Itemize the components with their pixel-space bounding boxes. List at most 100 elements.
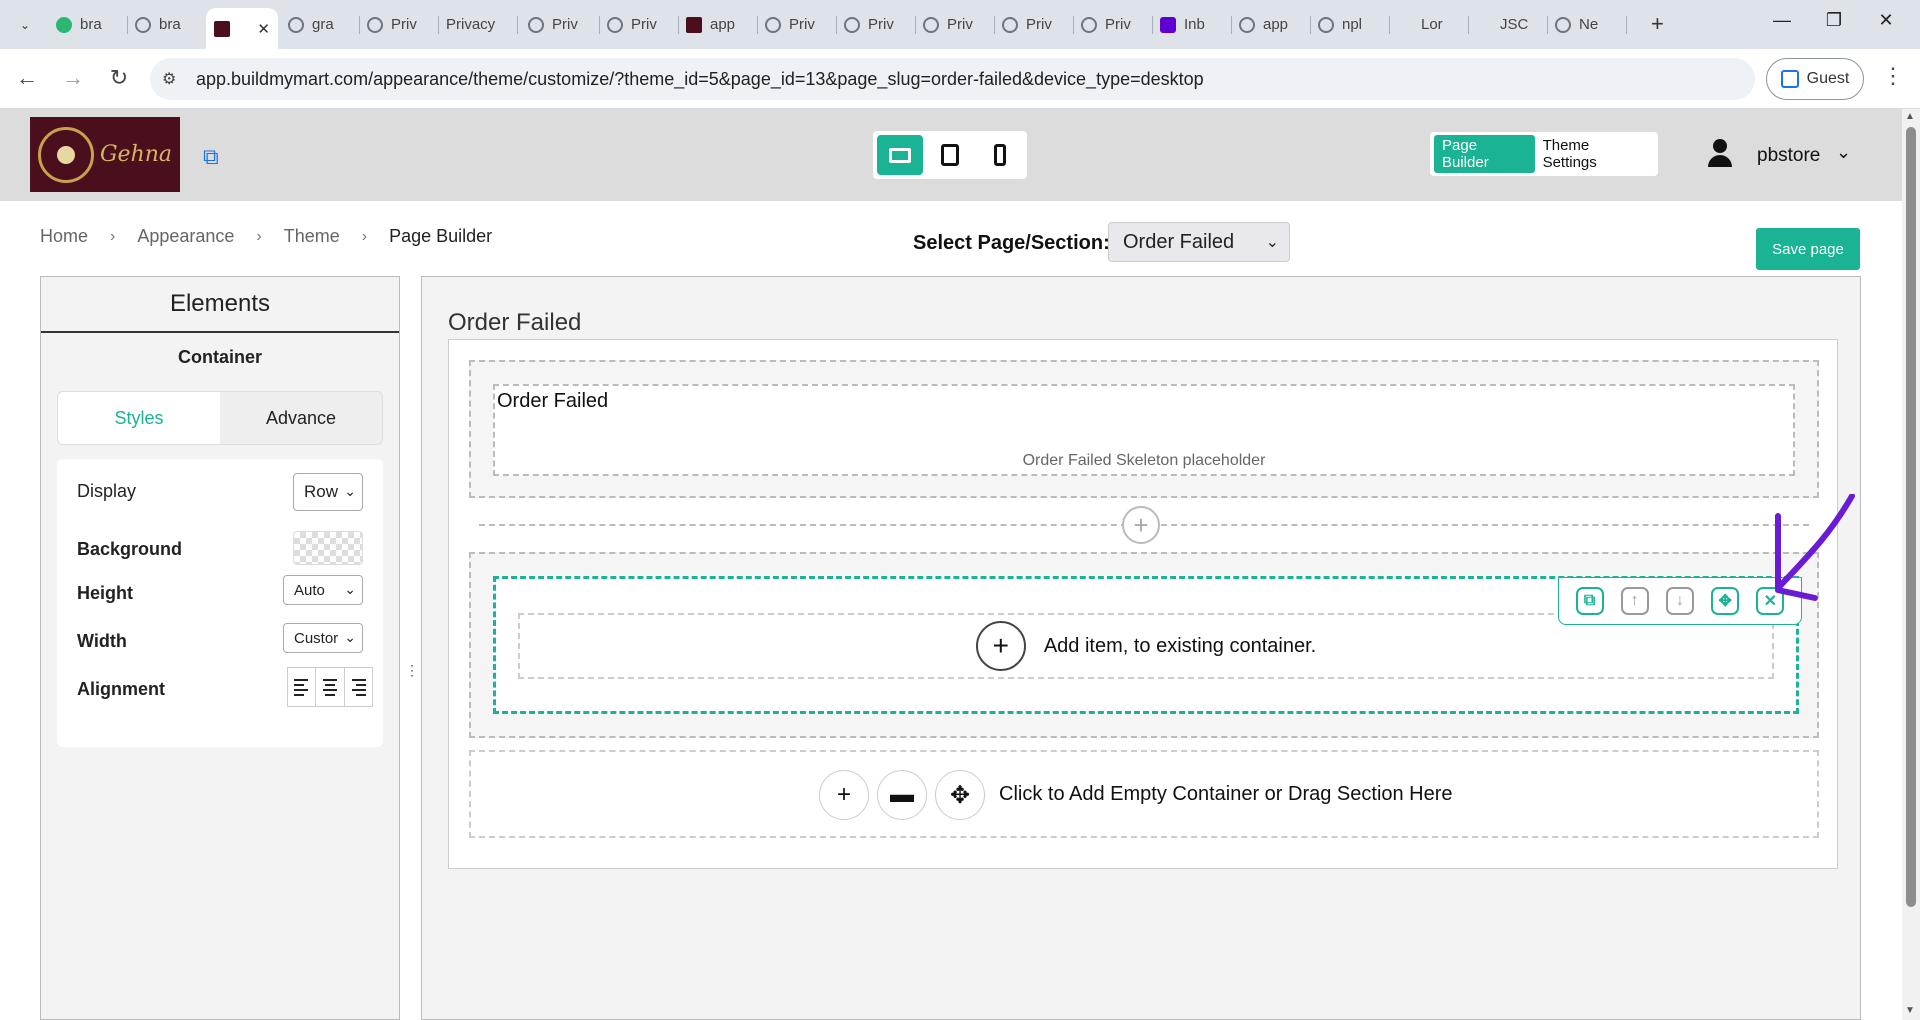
browser-tab[interactable]: ✕ [206,8,278,49]
browser-tab-strip: ⌄ bra bra ✕ gra Priv Privacy Priv Priv app Priv Pr… [0,0,1920,49]
browser-tab[interactable]: Priv [599,8,679,41]
drag-move-icon[interactable]: ✥ [1711,587,1740,615]
alignment-buttons [287,667,373,707]
tab-advance[interactable]: Advance [220,392,382,444]
browser-tab[interactable]: JSC [1468,8,1548,41]
profile-label: Guest [1806,70,1850,87]
display-label: Display [77,481,137,501]
scrollbar-thumb[interactable] [1906,127,1916,907]
page-preview: Order Failed Order Failed Skeleton place… [448,339,1838,869]
breadcrumb-home[interactable]: Home [40,226,88,247]
browser-tab[interactable]: gra [280,8,360,41]
desktop-view-button[interactable] [877,135,923,175]
external-link-icon[interactable]: ⧉ [203,144,219,170]
add-container-plus-icon[interactable]: + [819,770,869,820]
globe-icon [288,16,304,33]
background-color-picker[interactable] [293,531,363,565]
drag-section-icon[interactable]: ✥ [935,770,985,820]
browser-tab[interactable]: npl [1310,8,1390,41]
globe-icon [1555,16,1571,33]
globe-icon [607,16,623,33]
globe-icon [765,16,781,33]
container-section[interactable]: + Add item, to existing container. ⧉ ↑ ↓… [469,552,1819,738]
gem-icon [56,16,72,33]
align-center-icon[interactable] [316,668,345,706]
add-container-dropzone[interactable]: + ▬ ✥ Click to Add Empty Container or Dr… [469,750,1819,838]
user-menu-chevron-icon[interactable]: ⌄ [1836,142,1851,163]
height-select[interactable]: Auto ⌄ [283,575,363,605]
order-failed-block[interactable]: Order Failed Order Failed Skeleton place… [493,384,1795,476]
new-tab-button[interactable]: + [1651,11,1664,37]
breadcrumb-appearance[interactable]: Appearance [137,226,234,247]
browser-tab[interactable]: Priv [1073,8,1153,41]
browser-tab[interactable]: Priv [994,8,1074,41]
tab-search-chevron-icon[interactable]: ⌄ [10,13,40,37]
username[interactable]: pbstore [1757,145,1820,167]
width-select[interactable]: Custor ⌄ [283,623,363,653]
mobile-view-button[interactable] [977,135,1023,175]
browser-tab[interactable]: Inb [1152,8,1232,41]
theme-settings-tab[interactable]: Theme Settings [1535,135,1654,173]
background-label: Background [77,539,183,559]
tablet-view-button[interactable] [927,135,973,175]
browser-tab-label: Priv [1105,16,1131,33]
selected-container[interactable]: + Add item, to existing container. ⧉ ↑ ↓… [493,576,1802,714]
browser-tab[interactable]: bra [127,8,207,41]
browser-tab[interactable]: Priv [757,8,837,41]
element-type-label: Container [177,347,262,367]
tab-separator [1626,16,1627,34]
scroll-up-icon[interactable]: ▲ [1905,111,1915,122]
insert-section-plus-icon[interactable]: + [1122,506,1160,544]
site-info-icon[interactable]: ⚙ [162,69,176,89]
move-up-icon[interactable]: ↑ [1620,587,1649,615]
browser-tab[interactable]: Priv [915,8,995,41]
breadcrumb-theme[interactable]: Theme [284,226,340,247]
page-select-dropdown[interactable]: Order Failed ⌄ [1108,222,1290,262]
order-failed-section[interactable]: Order Failed Order Failed Skeleton place… [469,360,1819,498]
browser-menu-icon[interactable]: ⋮ [1882,63,1904,89]
browser-tab-label: npl [1342,16,1363,33]
logo-emblem-icon [37,126,94,183]
restore-icon[interactable]: ❐ [1814,10,1854,31]
folder-icon[interactable]: ▬ [877,770,927,820]
scroll-down-icon[interactable]: ▼ [1905,1005,1915,1016]
browser-tab[interactable]: bra [48,8,128,41]
page-builder-tab[interactable]: Page Builder [1434,135,1535,173]
align-left-icon[interactable] [288,668,317,706]
user-avatar-icon[interactable] [1708,139,1732,169]
minimize-icon[interactable]: — [1762,10,1802,31]
browser-tab[interactable]: Priv [359,8,439,41]
browser-tab[interactable]: Priv [520,8,600,41]
browser-tab-label: bra [80,16,102,33]
browser-tab[interactable]: Privacy [438,8,518,41]
add-item-plus-icon[interactable]: + [975,621,1026,671]
reload-icon[interactable]: ↻ [104,65,134,91]
alignment-label: Alignment [77,679,165,699]
browser-tab[interactable]: Lor [1389,8,1469,41]
save-page-button[interactable]: Save page [1756,228,1860,270]
globe-icon [367,16,383,33]
url-field[interactable]: ⚙ app.buildmymart.com/appearance/theme/c… [150,58,1755,100]
close-tab-icon[interactable]: ✕ [257,20,270,38]
store-logo[interactable]: Gehna [30,117,180,192]
align-right-icon[interactable] [345,668,372,706]
l-icon [1397,17,1413,33]
profile-button[interactable]: Guest [1766,58,1864,100]
move-down-icon[interactable]: ↓ [1665,587,1694,615]
browser-tab[interactable]: Priv [836,8,916,41]
forward-icon[interactable]: → [58,65,88,91]
window-close-icon[interactable]: ✕ [1866,10,1906,31]
tab-styles[interactable]: Styles [58,392,220,444]
display-select[interactable]: Row ⌄ [293,473,363,511]
browser-tab[interactable]: Ne [1547,8,1627,41]
url-text[interactable]: app.buildmymart.com/appearance/theme/cus… [196,69,1204,90]
back-icon[interactable]: ← [12,65,42,91]
tablet-icon [941,144,959,166]
browser-tab-label: Priv [552,16,578,33]
width-label: Width [77,631,127,651]
page-scrollbar[interactable]: ▲ ▼ [1902,109,1920,1020]
duplicate-icon[interactable]: ⧉ [1575,587,1604,615]
browser-tab[interactable]: app [1231,8,1311,41]
browser-tab[interactable]: app [678,8,758,41]
page-select-label: Select Page/Section: [913,232,1110,254]
